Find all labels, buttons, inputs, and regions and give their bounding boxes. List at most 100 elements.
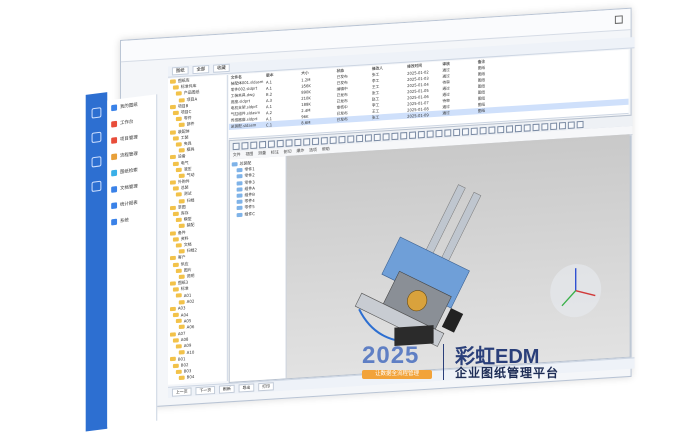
tree-node-label: 项目A bbox=[186, 95, 198, 102]
toolbar-button-icon[interactable] bbox=[426, 129, 434, 138]
viewer-menu-item[interactable]: 剖切 bbox=[284, 148, 292, 155]
pane-tab[interactable]: 图纸 bbox=[171, 66, 189, 76]
viewer-menu-item[interactable]: 标注 bbox=[271, 149, 279, 156]
folder-icon bbox=[169, 331, 176, 337]
folder-icon bbox=[172, 136, 179, 141]
tree-node-label: B02 bbox=[180, 362, 189, 368]
status-button[interactable]: 导出 bbox=[238, 383, 255, 393]
toolbar-button-icon[interactable] bbox=[294, 138, 302, 146]
toolbar-button-icon[interactable] bbox=[462, 127, 469, 136]
toolbar-button-icon[interactable] bbox=[391, 132, 399, 140]
folder-icon bbox=[178, 274, 185, 279]
table-cell: C.1 bbox=[266, 121, 273, 128]
toolbar-button-icon[interactable] bbox=[567, 120, 575, 129]
toolbar-button-icon[interactable] bbox=[347, 134, 355, 143]
viewer-menu-item[interactable]: 测量 bbox=[258, 150, 266, 157]
viewer-menu-item[interactable]: 文件 bbox=[233, 152, 241, 159]
toolbar-button-icon[interactable] bbox=[435, 129, 443, 137]
toolbar-button-icon[interactable] bbox=[312, 137, 319, 145]
toolbar-button-icon[interactable] bbox=[479, 126, 487, 135]
toolbar-button-icon[interactable] bbox=[267, 139, 275, 148]
toolbar-button-icon[interactable] bbox=[470, 127, 478, 135]
nav-item-icon bbox=[111, 202, 118, 210]
cad-viewer: 文件 视图 测量 标注 剖切 爆炸 选项 帮助 总装配 零件1 零件2 零件3 组件A 组件B 零件4 零件… bbox=[228, 114, 633, 383]
toolbar-button-icon[interactable] bbox=[497, 125, 505, 133]
viewer-menu-item[interactable]: 爆炸 bbox=[296, 148, 304, 155]
toolbar-button-icon[interactable] bbox=[232, 142, 240, 150]
table-cell: 通过 bbox=[442, 109, 450, 116]
toolbar-button-icon[interactable] bbox=[241, 141, 249, 150]
star-icon[interactable] bbox=[91, 180, 102, 193]
toolbar-button-icon[interactable] bbox=[559, 121, 566, 130]
pane-tab[interactable]: 收藏 bbox=[213, 63, 230, 73]
status-button[interactable]: 刷新 bbox=[218, 384, 235, 394]
status-button[interactable]: 打印 bbox=[258, 382, 274, 392]
tree-node-label: B01 bbox=[177, 355, 186, 362]
folder-icon bbox=[172, 236, 179, 242]
status-button[interactable]: 下一页 bbox=[195, 385, 216, 396]
tree-node-label: 装配 bbox=[186, 222, 195, 228]
folder-icon bbox=[178, 173, 185, 178]
edit-icon[interactable] bbox=[91, 156, 102, 168]
viewer-menu-item[interactable]: 视图 bbox=[245, 151, 253, 158]
viewer-menu-item[interactable]: 选项 bbox=[309, 147, 317, 154]
folder-icon bbox=[175, 344, 182, 349]
toolbar-button-icon[interactable] bbox=[382, 132, 390, 141]
folder-icon bbox=[172, 363, 179, 368]
status-button[interactable]: 上一页 bbox=[171, 387, 192, 397]
toolbar-button-icon[interactable] bbox=[576, 120, 584, 128]
folder-icon bbox=[178, 375, 185, 380]
toolbar-button-icon[interactable] bbox=[320, 136, 328, 145]
toolbar-button-icon[interactable] bbox=[523, 123, 531, 132]
folder-icon bbox=[169, 357, 176, 362]
toolbar-button-icon[interactable] bbox=[303, 137, 311, 146]
nav-item-icon bbox=[111, 185, 118, 193]
toolbar-button-icon[interactable] bbox=[488, 125, 496, 134]
toolbar-button-icon[interactable] bbox=[453, 128, 461, 136]
toolbar-button-icon[interactable] bbox=[276, 139, 284, 147]
tree-node-label: A09 bbox=[183, 342, 192, 349]
folder-tree[interactable]: 图纸库 标准件库 产品图纸 项目A 项目B 项目C 零件 部件 装配体 工装 夹具 模具 设备 电气 液压气… bbox=[168, 75, 228, 385]
toolbar-button-icon[interactable] bbox=[250, 140, 258, 149]
toolbar-button-icon[interactable] bbox=[365, 133, 372, 142]
folder-icon bbox=[178, 224, 185, 229]
viewer-menu-item[interactable]: 帮助 bbox=[322, 146, 330, 153]
part-icon bbox=[236, 187, 243, 192]
toolbar-button-icon[interactable] bbox=[285, 138, 293, 147]
toolbar-button-icon[interactable] bbox=[259, 140, 267, 148]
nav-item-icon bbox=[111, 104, 118, 112]
folder-icon bbox=[169, 104, 176, 110]
toolbar-button-icon[interactable] bbox=[514, 124, 522, 132]
toolbar-button-icon[interactable] bbox=[373, 133, 381, 141]
toolbar-button-icon[interactable] bbox=[444, 128, 452, 137]
toolbar-button-icon[interactable] bbox=[417, 130, 425, 138]
folder-icon bbox=[175, 217, 182, 223]
promo-year: 2025 bbox=[362, 342, 420, 369]
part-icon bbox=[231, 162, 238, 167]
toolbar-button-icon[interactable] bbox=[329, 135, 337, 144]
nav-item-label: 流程管理 bbox=[120, 151, 138, 160]
table-cell: 张工 bbox=[371, 114, 380, 120]
bell-icon[interactable] bbox=[91, 131, 102, 144]
toolbar-button-icon[interactable] bbox=[409, 130, 416, 139]
nav-item-label: 文档管理 bbox=[120, 184, 138, 192]
tree-node-label: A03 bbox=[177, 305, 186, 312]
toolbar-button-icon[interactable] bbox=[541, 122, 549, 131]
pane-tab[interactable]: 全部 bbox=[192, 64, 210, 75]
brand-tagline: 企业图纸管理平台 bbox=[455, 366, 560, 380]
home-icon[interactable] bbox=[91, 107, 102, 119]
toolbar-button-icon[interactable] bbox=[550, 121, 558, 130]
toolbar-button-icon[interactable] bbox=[338, 135, 346, 143]
folder-icon bbox=[175, 318, 182, 324]
folder-icon bbox=[178, 249, 185, 254]
model-tree[interactable]: 总装配 零件1 零件2 零件3 组件A 组件B 零件4 零件5 组件C bbox=[229, 155, 287, 382]
toolbar-button-icon[interactable] bbox=[400, 131, 408, 140]
folder-icon bbox=[169, 306, 176, 312]
folder-icon bbox=[178, 148, 185, 153]
toolbar-button-icon[interactable] bbox=[506, 124, 513, 133]
tree-node-label: B03 bbox=[183, 368, 192, 374]
close-icon[interactable] bbox=[614, 15, 623, 24]
toolbar-button-icon[interactable] bbox=[356, 134, 364, 142]
toolbar-button-icon[interactable] bbox=[532, 123, 540, 131]
table-cell: 已发布 bbox=[336, 116, 348, 123]
